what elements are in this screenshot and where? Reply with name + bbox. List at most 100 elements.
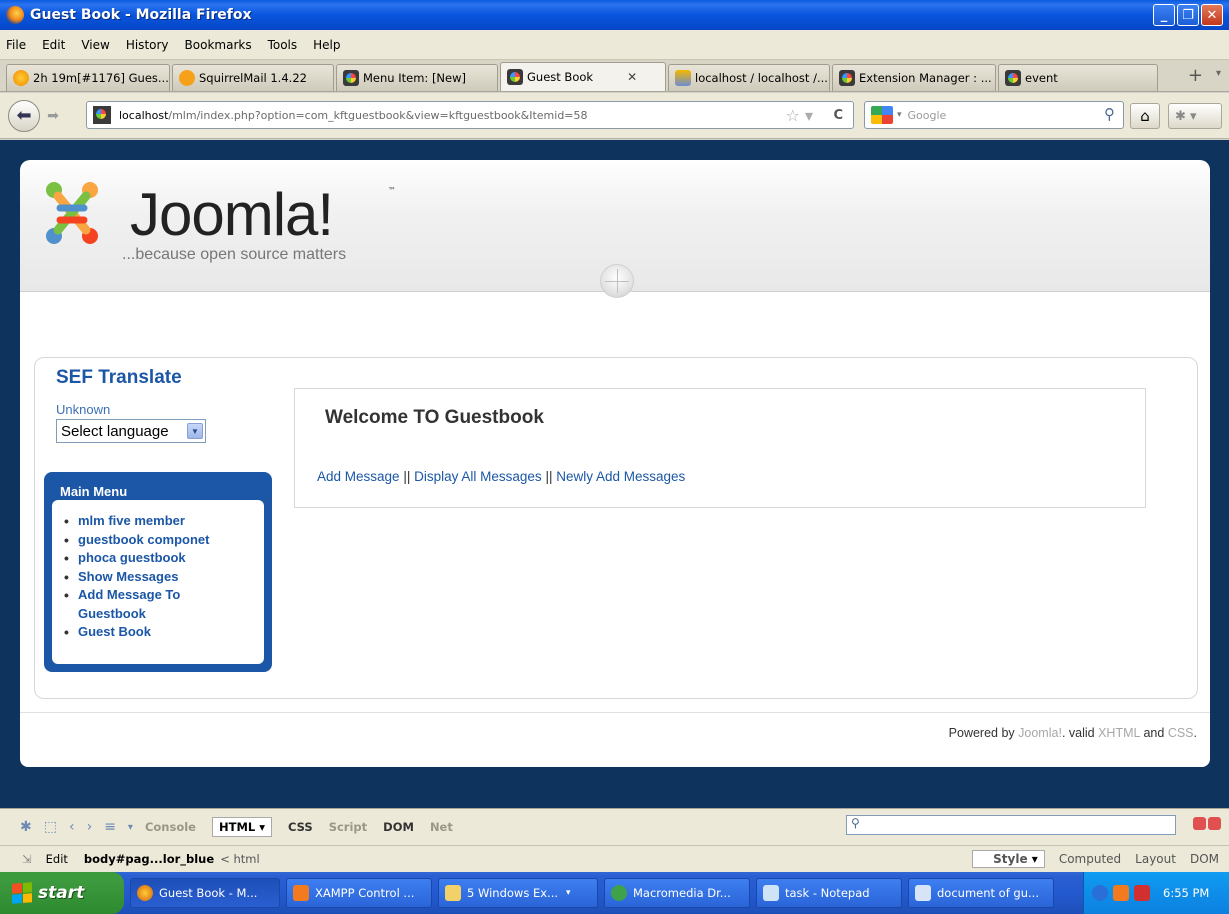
- title-bar: Guest Book - Mozilla Firefox _ ❐ ✕: [0, 0, 1229, 30]
- add-message-link[interactable]: Add Message: [317, 469, 400, 484]
- address-bar[interactable]: localhost/mlm/index.php?option=com_kftgu…: [86, 101, 854, 129]
- addon-button[interactable]: ✱ ▾: [1168, 103, 1222, 129]
- firebug-tab-net[interactable]: Net: [430, 820, 453, 834]
- firebug-tab-script[interactable]: Script: [329, 820, 367, 834]
- firefox-icon: [137, 885, 153, 901]
- menu-file[interactable]: File: [6, 38, 26, 52]
- firebug-tab-css[interactable]: CSS: [288, 820, 313, 834]
- firebug-search-input[interactable]: ⚲: [846, 815, 1176, 835]
- firebug-back-icon[interactable]: ‹: [69, 819, 75, 835]
- clock-icon: [13, 70, 29, 86]
- document-icon: [915, 885, 931, 901]
- site-footer: Powered by Joomla!. valid XHTML and CSS.: [949, 726, 1197, 740]
- inspect-icon[interactable]: ⬚: [44, 819, 57, 835]
- footer-joomla-link[interactable]: Joomla!: [1018, 726, 1062, 740]
- side-tab-dom[interactable]: DOM: [1190, 852, 1219, 866]
- menu-bookmarks[interactable]: Bookmarks: [185, 38, 252, 52]
- task-notepad[interactable]: task - Notepad: [756, 878, 902, 908]
- menu-help[interactable]: Help: [313, 38, 340, 52]
- tab-squirrelmail[interactable]: SquirrelMail 1.4.22: [172, 64, 334, 91]
- footer-xhtml-link[interactable]: XHTML: [1098, 726, 1140, 740]
- joomla-icon: [839, 70, 855, 86]
- sef-translate-heading: SEF Translate: [56, 367, 182, 388]
- side-tab-layout[interactable]: Layout: [1135, 852, 1176, 866]
- display-all-messages-link[interactable]: Display All Messages: [414, 469, 542, 484]
- close-tab-icon[interactable]: ✕: [627, 70, 637, 84]
- joomla-icon: [1005, 70, 1021, 86]
- menu-item-phoca-guestbook[interactable]: phoca guestbook: [62, 549, 264, 568]
- tab-bar: 2h 19m[#1176] Gues... SquirrelMail 1.4.2…: [0, 60, 1229, 92]
- window-title: Guest Book - Mozilla Firefox: [30, 7, 252, 23]
- task-guest-book[interactable]: Guest Book - M...: [130, 878, 280, 908]
- search-icon[interactable]: ⚲: [1104, 105, 1115, 123]
- tray-arrow-icon[interactable]: [1092, 885, 1108, 901]
- language-select[interactable]: Select language ▼: [56, 419, 206, 443]
- start-label: start: [38, 883, 85, 903]
- menu-item-show-messages[interactable]: Show Messages: [62, 568, 264, 587]
- menu-edit[interactable]: Edit: [42, 38, 65, 52]
- firebug-tab-console[interactable]: Console: [145, 820, 196, 834]
- back-button[interactable]: ⬅: [8, 99, 40, 132]
- welcome-heading: Welcome TO Guestbook: [325, 407, 544, 428]
- task-windows-explorer[interactable]: 5 Windows Ex... ▾: [438, 878, 598, 908]
- start-button[interactable]: start: [0, 872, 124, 914]
- menu-tools[interactable]: Tools: [268, 38, 298, 52]
- firebug-minimize-icon[interactable]: [1193, 817, 1206, 830]
- tab-phpmyadmin[interactable]: localhost / localhost /...: [668, 64, 830, 91]
- newly-add-messages-link[interactable]: Newly Add Messages: [556, 469, 685, 484]
- footer-css-link[interactable]: CSS: [1168, 726, 1194, 740]
- joomla-logo-text: Joomla!: [130, 181, 334, 248]
- firebug-edit-button[interactable]: Edit: [46, 852, 68, 866]
- side-tab-computed[interactable]: Computed: [1059, 852, 1121, 866]
- reload-icon[interactable]: C: [833, 108, 843, 123]
- firebug-tab-dom[interactable]: DOM: [383, 820, 414, 834]
- tab-label: 2h 19m[#1176] Gues...: [33, 71, 169, 85]
- link-separator: ||: [403, 469, 411, 484]
- footer-end: .: [1193, 726, 1197, 740]
- tab-extension-manager[interactable]: Extension Manager : ...: [832, 64, 996, 91]
- firebug-menu-icon[interactable]: ≡: [104, 819, 116, 835]
- side-tab-style-label: Style: [993, 852, 1028, 866]
- tab-list-icon[interactable]: ▾: [1216, 68, 1221, 79]
- notepad-icon: [763, 885, 779, 901]
- maximize-button[interactable]: ❐: [1177, 4, 1199, 26]
- tab-event[interactable]: event: [998, 64, 1158, 91]
- tab-ticket[interactable]: 2h 19m[#1176] Gues...: [6, 64, 170, 91]
- xampp-tray-icon[interactable]: [1113, 885, 1129, 901]
- menu-item-mlm-five-member[interactable]: mlm five member: [62, 512, 264, 531]
- tab-menu-item[interactable]: Menu Item: [New]: [336, 64, 498, 91]
- breadcrumb-body[interactable]: body#pag...lor_blue: [84, 852, 214, 866]
- bookmark-star-icon[interactable]: ☆ ▾: [786, 106, 813, 125]
- menu-history[interactable]: History: [126, 38, 169, 52]
- forward-button[interactable]: ➡: [42, 105, 64, 127]
- search-box[interactable]: ▾ Google ⚲: [864, 101, 1124, 129]
- sef-unknown-label: Unknown: [56, 402, 111, 417]
- firebug-panel: ✱ ⬚ ‹ › ≡ ▾ Console HTML ▾ CSS Script DO…: [0, 808, 1229, 872]
- menu-item-guestbook-componet[interactable]: guestbook componet: [62, 531, 264, 550]
- menu-view[interactable]: View: [81, 38, 109, 52]
- firebug-forward-icon[interactable]: ›: [87, 819, 93, 835]
- breadcrumb-html[interactable]: < html: [220, 852, 260, 866]
- close-button[interactable]: ✕: [1201, 4, 1223, 26]
- firebug-tab-html[interactable]: HTML ▾: [211, 817, 272, 837]
- task-xampp[interactable]: XAMPP Control ...: [286, 878, 432, 908]
- firebug-dropdown-icon[interactable]: ▾: [128, 822, 133, 833]
- tab-label: localhost / localhost /...: [695, 71, 828, 85]
- firebug-close-icon[interactable]: [1208, 817, 1221, 830]
- firebug-bug-icon[interactable]: ✱: [20, 819, 32, 835]
- dreamweaver-icon: [611, 885, 627, 901]
- expand-icon[interactable]: ⇲: [22, 852, 32, 866]
- task-macromedia[interactable]: Macromedia Dr...: [604, 878, 750, 908]
- new-tab-button[interactable]: +: [1188, 65, 1203, 86]
- minimize-button[interactable]: _: [1153, 4, 1175, 26]
- menu-item-guest-book[interactable]: Guest Book: [62, 623, 264, 642]
- header-knob-icon: [600, 264, 634, 298]
- home-button[interactable]: ⌂: [1130, 103, 1160, 129]
- chevron-down-icon[interactable]: ▼: [187, 423, 203, 439]
- side-tab-style[interactable]: Style ▾: [972, 850, 1045, 868]
- page-viewport: Joomla! ™ ...because open source matters…: [0, 140, 1229, 808]
- search-tray-icon[interactable]: [1134, 885, 1150, 901]
- tab-guest-book[interactable]: Guest Book ✕: [500, 62, 666, 91]
- task-document[interactable]: document of gu...: [908, 878, 1054, 908]
- menu-item-add-message[interactable]: Add Message To Guestbook: [62, 586, 202, 623]
